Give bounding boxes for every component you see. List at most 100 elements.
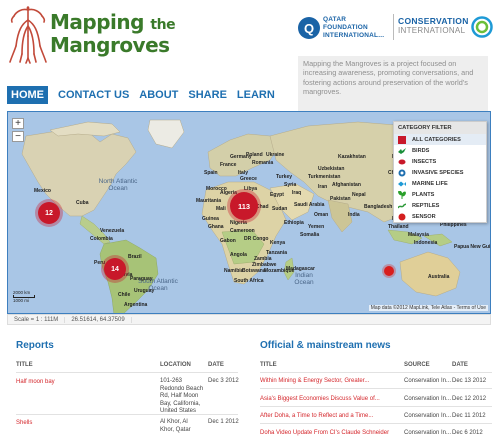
map-scale-mi: 1000 mi <box>13 298 30 303</box>
nav-about[interactable]: ABOUT <box>139 86 178 104</box>
logo-word-the: the <box>150 17 176 33</box>
category-label: MARINE LIFE <box>412 180 448 187</box>
country-label: Mali <box>216 206 226 212</box>
report-location: 101-263 Redondo Beach Rd, Half Moon Bay,… <box>160 378 204 414</box>
country-label: India <box>348 212 360 218</box>
report-location: Al Khor, Al Khor, Qatar <box>160 419 191 433</box>
country-label: Malaysia <box>408 232 429 238</box>
news-source: Conservation In... <box>404 413 452 419</box>
nav-contact-us[interactable]: CONTACT US <box>58 86 129 104</box>
news-title: Official & mainstream news <box>260 340 391 351</box>
news-title-link[interactable]: Within Mining & Energy Sector, Greater..… <box>260 378 369 384</box>
country-label: Somalia <box>300 232 320 238</box>
category-invasive-species[interactable]: INVASIVE SPECIES <box>394 167 486 178</box>
country-label: Turkey <box>276 174 293 180</box>
country-label: DR Congo <box>244 236 269 242</box>
category-label: ALL CATEGORIES <box>412 136 461 143</box>
country-label: Bangladesh <box>364 204 393 210</box>
map-status-bar: Scale = 1 : 111M 26.51614, 64.37509 <box>7 314 491 325</box>
category-plants[interactable]: PLANTS <box>394 189 486 200</box>
country-label: Mexico <box>34 188 51 194</box>
plant-icon <box>398 190 406 199</box>
reports-divider <box>16 372 238 373</box>
map-cluster-marker[interactable]: 113 <box>230 192 258 220</box>
category-marine-life[interactable]: MARINE LIFE <box>394 178 486 189</box>
country-label: Cameroon <box>230 228 255 234</box>
zoom-in-button[interactable]: + <box>12 118 24 129</box>
news-row-divider <box>260 406 492 407</box>
map-scale-readout: Scale = 1 : 111M <box>8 316 66 323</box>
map-cluster-marker[interactable]: 14 <box>104 258 126 280</box>
country-label: Sudan <box>272 206 288 212</box>
news-title-link[interactable]: Asia's Biggest Economies Discuss Value o… <box>260 396 380 402</box>
country-label: Cuba <box>76 200 89 206</box>
sensor-icon <box>398 213 406 220</box>
country-label: Namibia <box>224 268 244 274</box>
country-label: Botswana <box>242 268 266 274</box>
reptile-icon <box>398 202 406 208</box>
country-label: South Africa <box>234 278 264 284</box>
news-divider <box>260 372 492 373</box>
country-label: Ukraine <box>266 152 285 158</box>
map-scale-bar: 2000 km 1000 mi <box>13 290 35 303</box>
country-label: Australia <box>428 274 450 280</box>
reports-row-divider <box>16 414 238 415</box>
news-date: Dec 6 2012 <box>452 430 483 436</box>
country-label: Angola <box>230 252 247 258</box>
partner1-line3: INTERNATIONAL... <box>323 32 385 39</box>
country-label: Chile <box>118 292 131 298</box>
country-label: Pakistan <box>330 196 351 202</box>
news-date: Dec 12 2012 <box>452 396 487 402</box>
partner2-line2: INTERNATIONAL <box>398 26 466 35</box>
news-row-divider <box>260 388 492 389</box>
country-label: Ethiopia <box>284 220 304 226</box>
report-title-link[interactable]: Half moon bay <box>16 379 55 385</box>
bird-icon <box>398 147 406 154</box>
site-logo-wordmark[interactable]: Mapping the Mangroves <box>50 12 180 55</box>
category-all[interactable]: ALL CATEGORIES <box>394 134 486 145</box>
country-label: Mauritania <box>196 198 222 204</box>
category-filter-title[interactable]: CATEGORY FILTER <box>394 122 486 134</box>
news-col-source: SOURCE <box>404 362 430 368</box>
conservation-international-logo[interactable]: CONSERVATION INTERNATIONAL <box>398 16 494 44</box>
map-cluster-marker[interactable]: 12 <box>38 202 60 224</box>
category-label: SENSOR <box>412 213 436 220</box>
country-label: Uzbekistan <box>318 166 345 172</box>
map-credit[interactable]: Map data ©2012 MapLink, Tele Atlas - Ter… <box>368 305 488 311</box>
nav-share[interactable]: SHARE <box>188 86 227 104</box>
partner-divider <box>393 14 394 40</box>
news-title-link[interactable]: After Doha, a Time to Reflect and a Time… <box>260 413 373 419</box>
map-single-marker[interactable] <box>384 266 394 276</box>
news-col-date: DATE <box>452 362 468 368</box>
country-label: Thailand <box>388 224 409 230</box>
about-blurb: Mapping the Mangroves is a project focus… <box>298 56 488 114</box>
country-label: Paraguay <box>130 276 153 282</box>
category-label: INVASIVE SPECIES <box>412 169 464 176</box>
category-birds[interactable]: BIRDS <box>394 145 486 156</box>
partner1-line1: QATAR <box>323 16 347 23</box>
zoom-out-button[interactable]: − <box>12 131 24 142</box>
nav-learn[interactable]: LEARN <box>237 86 275 104</box>
category-insects[interactable]: INSECTS <box>394 156 486 167</box>
all-categories-icon <box>398 135 406 144</box>
country-label: Egypt <box>270 192 284 198</box>
country-label: Kenya <box>270 240 286 246</box>
category-reptiles[interactable]: REPTILES <box>394 200 486 211</box>
news-col-title: TITLE <box>260 362 277 368</box>
reports-col-title: TITLE <box>16 362 33 368</box>
report-title-link[interactable]: Shells <box>16 420 32 426</box>
qatar-foundation-logo[interactable]: Q QATAR FOUNDATION INTERNATIONAL... <box>298 14 392 42</box>
map-coordinates-readout: 26.51614, 64.37509 <box>65 316 132 323</box>
news-date: Dec 13 2012 <box>452 378 487 384</box>
world-map[interactable]: + − North Atlantic Ocean South Atlantic … <box>7 111 491 314</box>
news-source: Conservation In... <box>404 396 452 402</box>
country-label: Poland <box>246 152 263 158</box>
country-label: Yemen <box>308 224 325 230</box>
news-title-link[interactable]: Doha Video Update From CI's Claude Schne… <box>260 430 389 436</box>
category-filter-panel: CATEGORY FILTER ALL CATEGORIES BIRDS INS… <box>393 121 487 223</box>
country-label: Saudi Arabia <box>294 202 325 208</box>
nav-home[interactable]: HOME <box>7 86 48 104</box>
country-label: Uruguay <box>134 288 155 294</box>
country-label: Nigeria <box>230 220 247 226</box>
category-sensor[interactable]: SENSOR <box>394 211 486 222</box>
